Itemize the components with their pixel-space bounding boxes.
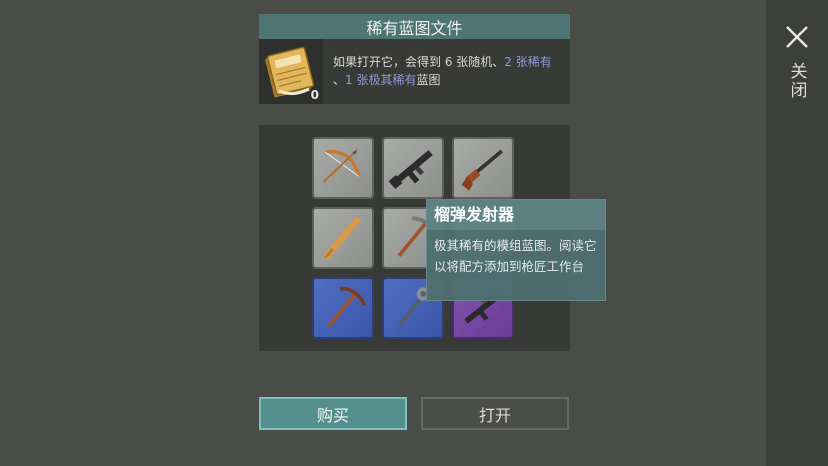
- close-label: 关闭: [786, 62, 807, 100]
- slot-shotgun[interactable]: [452, 137, 514, 199]
- shotgun-icon: [461, 149, 503, 191]
- baseball-bat-icon: [323, 216, 361, 260]
- book-count: 0: [310, 88, 319, 102]
- info-description: 如果打开它，会得到 6 张随机、2 张稀有 、1 张极其稀有蓝图: [333, 55, 552, 87]
- close-button[interactable]: 关闭: [766, 18, 828, 108]
- blueprint-book-slot: 0: [259, 39, 323, 104]
- rifle-icon: [388, 150, 433, 190]
- right-sidebar: 关闭: [766, 0, 828, 466]
- open-button[interactable]: 打开: [421, 397, 569, 430]
- slot-baseball-bat[interactable]: [312, 207, 374, 269]
- bow-icon: [322, 149, 361, 183]
- slot-bow[interactable]: [312, 137, 374, 199]
- slot-rifle[interactable]: [382, 137, 444, 199]
- dialog-title: 稀有蓝图文件: [259, 14, 570, 39]
- item-tooltip: 榴弹发射器 极其稀有的模组蓝图。阅读它以将配方添加到枪匠工作台: [426, 199, 606, 301]
- buy-button[interactable]: 购买: [259, 397, 407, 430]
- tooltip-description: 极其稀有的模组蓝图。阅读它以将配方添加到枪匠工作台: [434, 238, 597, 274]
- slot-blue-pickaxe[interactable]: [312, 277, 374, 339]
- close-icon: [786, 26, 808, 48]
- pickaxe-icon: [327, 286, 367, 327]
- tooltip-title: 榴弹发射器: [427, 200, 605, 230]
- info-panel: 0 如果打开它，会得到 6 张随机、2 张稀有 、1 张极其稀有蓝图: [259, 39, 570, 104]
